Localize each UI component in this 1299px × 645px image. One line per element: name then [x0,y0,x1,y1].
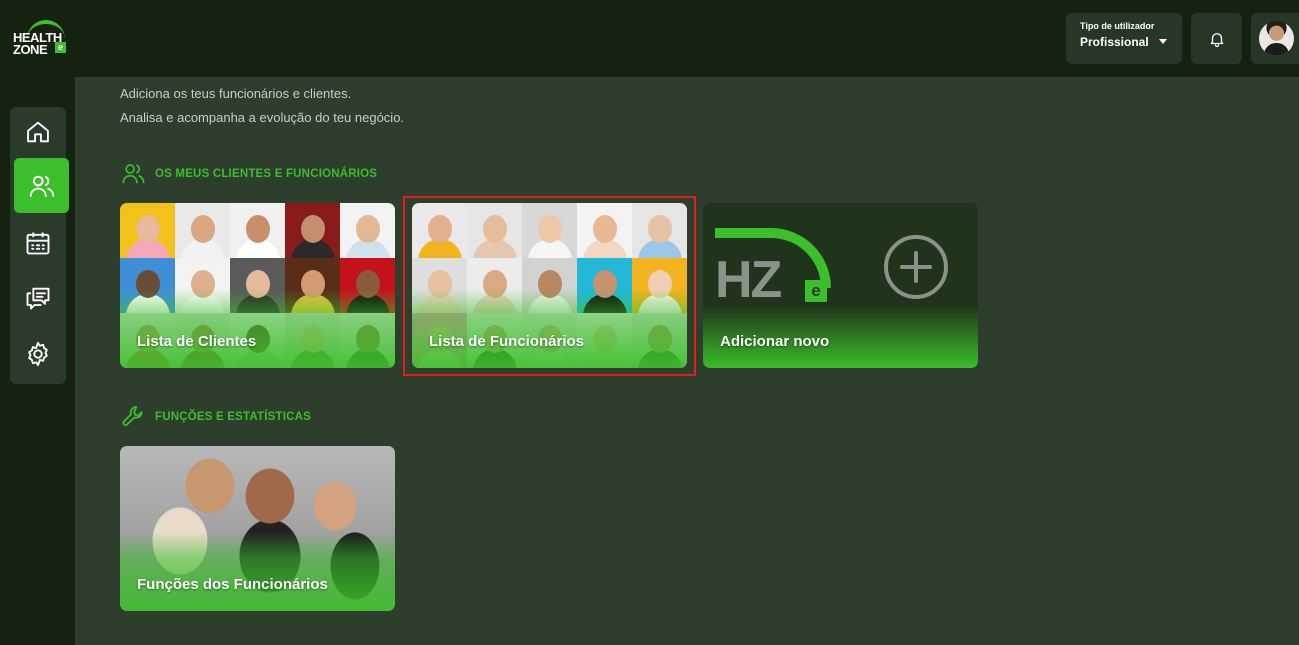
avatar [1259,21,1294,56]
chevron-down-icon [1159,39,1168,45]
healthzone-logo[interactable]: HEALTH ZONE e [13,20,69,57]
section-header-functions: FUNÇÕES E ESTATÍSTICAS [120,403,311,430]
add-new-card[interactable]: HZ e Adicionar novo [703,203,978,368]
logo-line2: ZONE [13,42,48,57]
profile-button[interactable] [1251,13,1299,64]
bell-icon [1210,32,1223,47]
sidebar-item-users[interactable] [14,158,69,213]
wrench-icon [122,406,143,426]
intro-line2: Analisa e acompanha a evolução do teu ne… [120,110,405,125]
card-label: Lista de Clientes [137,333,257,350]
home-icon [27,121,49,143]
sidebar [10,107,69,384]
sidebar-item-calendar[interactable] [15,220,61,266]
user-type-dropdown[interactable]: Tipo de utilizador Profissional [1066,13,1182,64]
chat-icon [26,287,50,310]
intro-line1: Adiciona os teus funcionários e clientes… [120,86,352,101]
hz-logo-text: HZ [715,251,782,309]
card-label: Funções dos Funcionários [137,576,328,593]
logo-badge: e [55,42,66,53]
sidebar-item-settings[interactable] [15,331,61,377]
card-label: Lista de Funcionários [429,333,585,350]
intro-text: Adiciona os teus funcionários e clientes… [120,82,404,130]
hz-logo: HZ e [715,228,835,309]
user-type-value: Profissional [1080,35,1149,49]
section-header-clients: OS MEUS CLIENTES E FUNCIONÁRIOS [120,160,377,187]
sidebar-item-home[interactable] [15,109,61,155]
top-bar: HEALTH ZONE e Tipo de utilizador Profiss… [0,0,1299,77]
notifications-button[interactable] [1191,13,1242,64]
employee-functions-card[interactable]: Funções dos Funcionários [120,446,395,611]
section-title-clients: OS MEUS CLIENTES E FUNCIONÁRIOS [155,167,378,180]
calendar-icon [26,232,50,255]
user-type-label: Tipo de utilizador [1080,21,1155,31]
plus-circle-icon [884,235,948,299]
hz-logo-badge: e [805,280,827,302]
users-icon [122,164,145,184]
users-icon [29,175,54,197]
clients-list-card[interactable]: Lista de Clientes [120,203,395,368]
section-title-functions: FUNÇÕES E ESTATÍSTICAS [155,410,312,423]
gear-icon [28,341,48,367]
employees-list-card[interactable]: Lista de Funcionários [412,203,687,368]
card-label: Adicionar novo [720,333,830,350]
sidebar-item-messages[interactable] [15,275,61,321]
